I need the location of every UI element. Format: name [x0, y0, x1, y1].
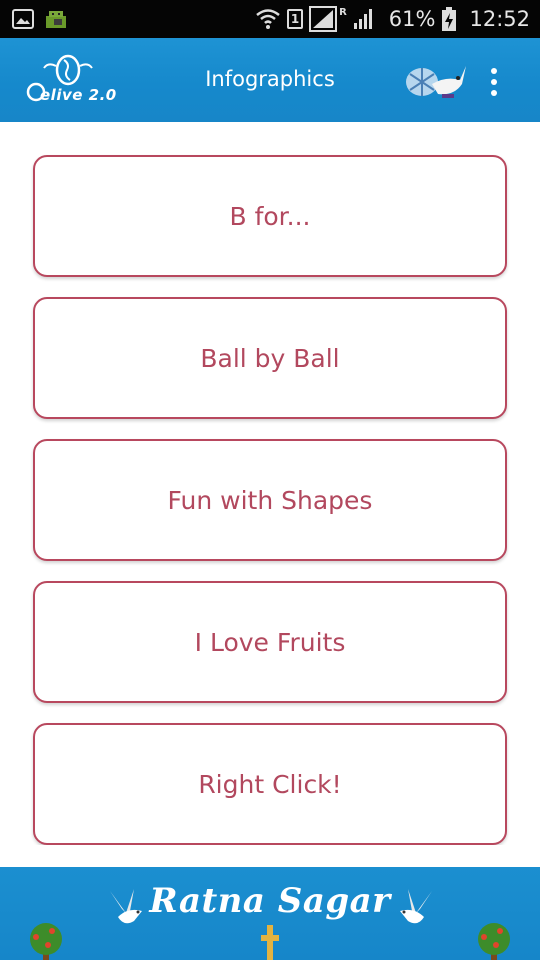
key-emblem-icon	[261, 925, 279, 960]
list-item[interactable]: B for...	[33, 155, 507, 277]
roaming-indicator: R	[339, 6, 347, 18]
image-icon	[12, 9, 34, 29]
sim-slot-badge: 1	[287, 9, 304, 29]
battery-charging-icon	[442, 7, 457, 31]
infographics-list: B for... Ball by Ball Fun with Shapes I …	[0, 122, 540, 845]
tree-icon	[478, 923, 510, 960]
system-indicators: 1 R 61% 12:52	[255, 0, 530, 38]
signal-icon	[353, 9, 372, 29]
mascot-icon	[406, 66, 466, 98]
android-icon	[46, 11, 66, 28]
battery-percent: 61%	[388, 7, 436, 31]
tree-icon	[30, 923, 62, 960]
list-item[interactable]: I Love Fruits	[33, 581, 507, 703]
signal-icon	[309, 6, 338, 32]
overflow-menu-icon[interactable]	[482, 64, 506, 100]
brand-logo: Ratna Sagar	[149, 881, 391, 921]
clock: 12:52	[469, 7, 530, 31]
notification-icons	[12, 8, 70, 30]
bird-icon	[400, 889, 432, 924]
status-bar: 1 R 61% 12:52	[0, 0, 540, 38]
list-item[interactable]: Right Click!	[33, 723, 507, 845]
wifi-icon	[256, 9, 280, 29]
list-item[interactable]: Fun with Shapes	[33, 439, 507, 561]
list-item[interactable]: Ball by Ball	[33, 297, 507, 419]
app-bar: elive 2.0 Infographics	[0, 38, 540, 122]
footer-banner: Ratna Sagar	[0, 867, 540, 960]
